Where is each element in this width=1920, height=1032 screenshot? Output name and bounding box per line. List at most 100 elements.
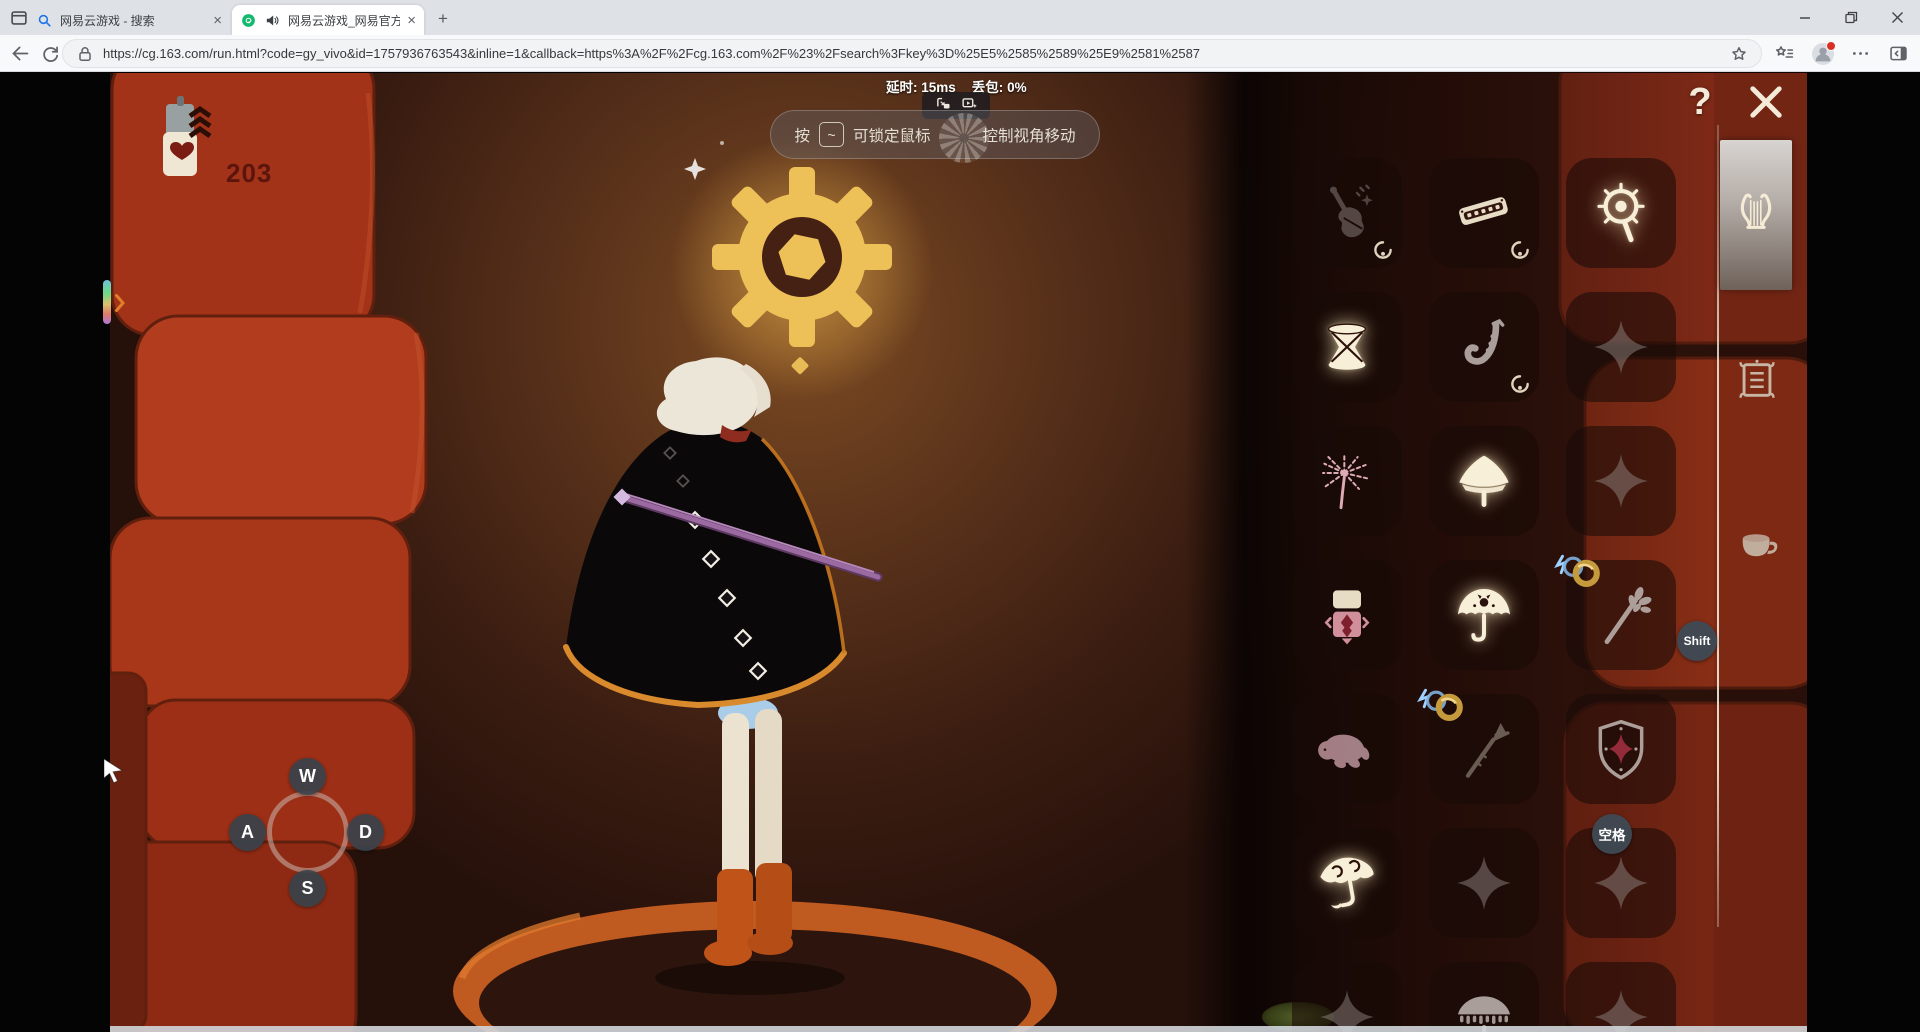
fringe-parasol-icon (1452, 985, 1516, 1032)
more-menu-icon[interactable] (1850, 43, 1871, 64)
tab-cloud-game[interactable]: 网易云游戏_网易官方云游戏平台 × (232, 5, 424, 35)
browser-toolbar: https://cg.163.com/run.html?code=gy_vivo… (0, 35, 1920, 72)
notification-dot (1826, 41, 1836, 51)
slot-hat[interactable] (1429, 426, 1539, 536)
hat-icon (1452, 449, 1516, 513)
slot-fringe-parasol[interactable] (1429, 962, 1539, 1032)
tab-actions-icon[interactable] (8, 7, 30, 29)
key-w[interactable]: W (289, 758, 326, 795)
mouse-cursor-icon (102, 758, 128, 784)
currency-count: 203 (226, 158, 272, 189)
packet-loss-value: 0% (1007, 80, 1027, 95)
gold-rings-icon (1415, 681, 1473, 739)
help-button[interactable]: ? (1680, 80, 1720, 124)
tab-search[interactable]: 网易云游戏 - 搜索 × (28, 5, 230, 35)
slot-musicbox[interactable] (1292, 560, 1402, 670)
game-viewport[interactable]: 延时: 15ms 丢包: 0% 按 ~ 可锁定鼠标 控制视角移动 (0, 72, 1920, 1032)
screen: 网易云游戏 - 搜索 × 网易云游戏_网易官方云游戏平台 × + (0, 0, 1920, 1032)
key-d[interactable]: D (347, 814, 384, 851)
slot-saxophone[interactable] (1429, 292, 1539, 402)
playable-badge-icon (1508, 238, 1532, 262)
sparkle-icon (1315, 985, 1379, 1032)
inventory-grid (1292, 158, 1676, 1032)
tab-title: 网易云游戏_网易官方云游戏平台 (288, 12, 400, 29)
slot-umbrella-cat[interactable] (1429, 560, 1539, 670)
tooltip-lock: 可锁定鼠标 (853, 124, 931, 146)
letterbox-left (0, 72, 110, 1032)
slot-sparkle[interactable] (1566, 426, 1676, 536)
umbrella-cat-icon (1452, 583, 1516, 647)
drum-icon (1315, 315, 1379, 379)
refresh-icon[interactable] (40, 43, 61, 64)
key-s[interactable]: S (289, 870, 326, 907)
harp-icon (1733, 190, 1779, 241)
slot-harmonica[interactable] (1429, 158, 1539, 268)
space-key-badge: 空格 (1592, 814, 1632, 854)
tooltip-press: 按 (794, 124, 810, 146)
slot-sparkle[interactable] (1429, 828, 1539, 938)
tab-audio-icon[interactable] (264, 12, 281, 29)
panel-sidebar (1714, 72, 1807, 1032)
new-tab-button[interactable]: + (432, 8, 454, 30)
sidebar-tab-cup[interactable] (1737, 526, 1781, 570)
camera-fan-icon (939, 113, 989, 163)
sparkle-icon (1452, 851, 1516, 915)
firework-icon (1315, 449, 1379, 513)
spiral-umbrella-icon (1315, 851, 1379, 915)
tab-close-icon[interactable]: × (407, 13, 416, 28)
tab-title: 网易云游戏 - 搜索 (60, 12, 155, 29)
shift-key-badge: Shift (1677, 621, 1717, 661)
window-minimize-button[interactable] (1782, 0, 1828, 35)
window-close-button[interactable] (1874, 0, 1920, 35)
address-bar[interactable]: https://cg.163.com/run.html?code=gy_vivo… (62, 39, 1762, 68)
url-text[interactable]: https://cg.163.com/run.html?code=gy_vivo… (103, 46, 1721, 61)
sidebar-scrollbar[interactable] (1717, 125, 1719, 927)
sparkle-icon (1589, 315, 1653, 379)
tab-close-icon[interactable]: × (213, 13, 222, 28)
window-restore-button[interactable] (1828, 0, 1874, 35)
sparkle-icon (1589, 449, 1653, 513)
close-panel-button[interactable] (1744, 80, 1788, 124)
favorite-star-icon[interactable] (1729, 44, 1749, 64)
back-icon[interactable] (10, 43, 31, 64)
tilde-keycap: ~ (819, 122, 844, 147)
gold-gear-glyph (712, 167, 892, 347)
tooltip-view: 控制视角移动 (983, 124, 1076, 146)
slot-firework[interactable] (1292, 426, 1402, 536)
slot-sparkle[interactable] (1566, 292, 1676, 402)
playable-badge-icon (1371, 238, 1395, 262)
mouse-lock-tooltip: 按 ~ 可锁定鼠标 控制视角移动 (770, 110, 1100, 159)
cup-icon (1736, 523, 1782, 574)
search-icon (36, 12, 53, 29)
lock-icon (75, 44, 95, 64)
harmonica-icon (1452, 181, 1516, 245)
favorites-bar-icon[interactable] (1774, 43, 1795, 64)
video-bottom-edge (110, 1026, 1807, 1032)
key-a[interactable]: A (229, 814, 266, 851)
sidebar-tab-harp[interactable] (1720, 140, 1792, 290)
musicbox-icon (1315, 583, 1379, 647)
sidebar-tab-clipboard[interactable] (1733, 358, 1781, 406)
sidebar-panel-icon[interactable] (1888, 43, 1909, 64)
violin-icon (1315, 181, 1379, 245)
rainbow-edge-glow (103, 280, 111, 324)
slot-shield[interactable] (1566, 694, 1676, 804)
slot-manatee[interactable] (1292, 694, 1402, 804)
manatee-icon (1315, 717, 1379, 781)
slot-drum[interactable] (1292, 292, 1402, 402)
slot-violin[interactable] (1292, 158, 1402, 268)
chevron-right-icon[interactable] (114, 293, 126, 313)
clipboard-icon (1734, 357, 1780, 408)
sparkle-icon (1589, 851, 1653, 915)
slot-flower-staff[interactable] (1566, 560, 1676, 670)
profile-avatar[interactable] (1812, 43, 1834, 65)
fan-icon (1589, 181, 1653, 245)
slot-sparkle[interactable] (1566, 962, 1676, 1032)
sparkle-icon (1589, 985, 1653, 1032)
slot-sparkle[interactable] (1292, 962, 1402, 1032)
saxophone-icon (1452, 315, 1516, 379)
slot-fan[interactable] (1566, 158, 1676, 268)
slot-spear[interactable] (1429, 694, 1539, 804)
shield-icon (1589, 717, 1653, 781)
slot-spiral-umbrella[interactable] (1292, 828, 1402, 938)
